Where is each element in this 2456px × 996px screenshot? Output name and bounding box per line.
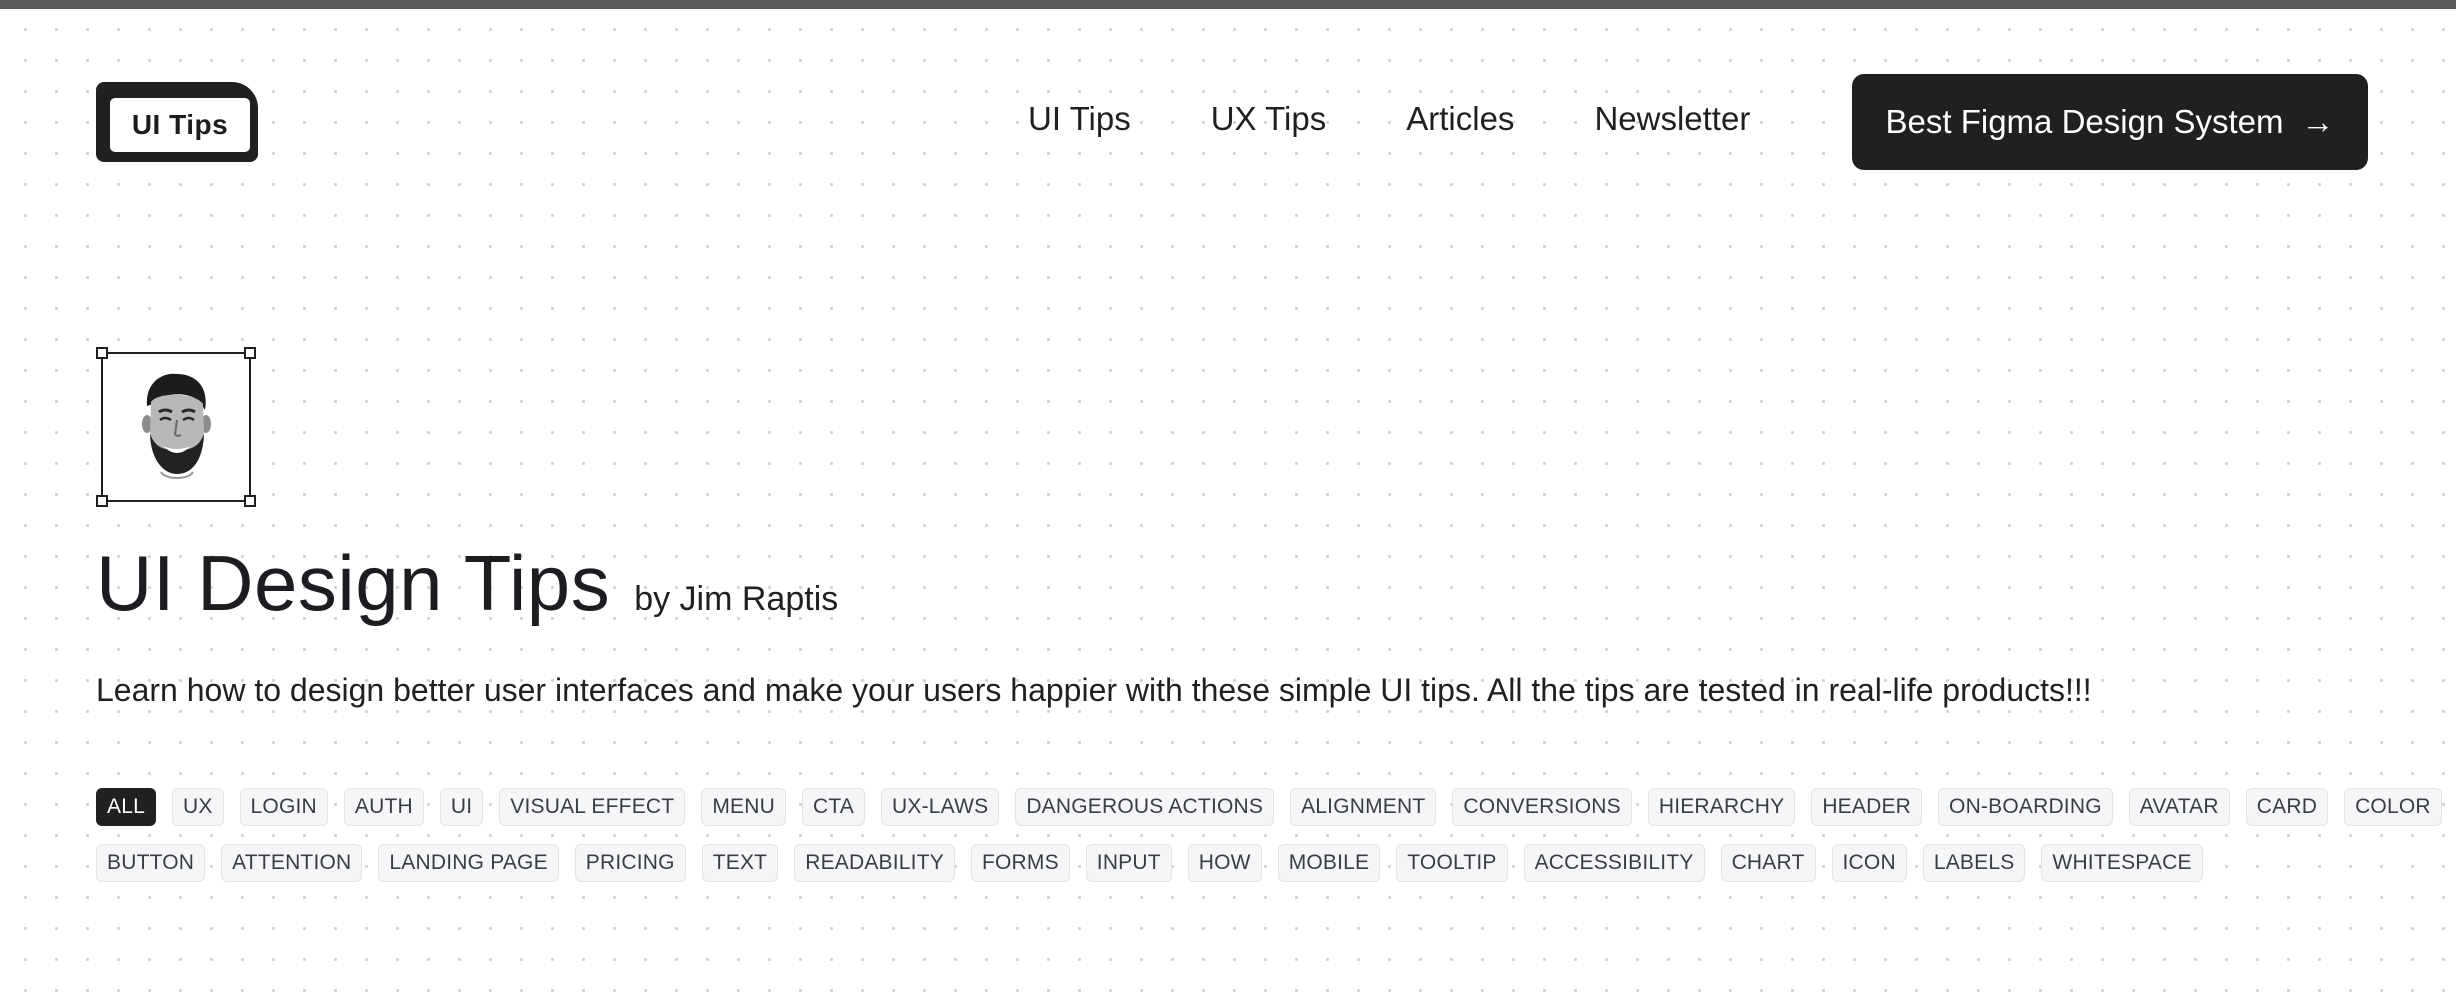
tag-accessibility[interactable]: ACCESSIBILITY	[1523, 844, 1705, 882]
tag-visual-effect[interactable]: VISUAL EFFECT	[499, 788, 686, 826]
best-figma-design-system-button[interactable]: Best Figma Design System →	[1852, 74, 2368, 170]
tag-color[interactable]: COLOR	[2344, 788, 2442, 826]
tag-text[interactable]: TEXT	[701, 844, 779, 882]
tag-button[interactable]: BUTTON	[96, 844, 206, 882]
nav-newsletter[interactable]: Newsletter	[1594, 100, 1750, 138]
tag-forms[interactable]: FORMS	[970, 844, 1070, 882]
tag-whitespace[interactable]: WHITESPACE	[2041, 844, 2203, 882]
tag-pricing[interactable]: PRICING	[574, 844, 686, 882]
byline: by Jim Raptis	[634, 580, 839, 618]
tag-alignment[interactable]: ALIGNMENT	[1290, 788, 1437, 826]
nav-ui-tips[interactable]: UI Tips	[1028, 100, 1131, 138]
tag-all[interactable]: ALL	[96, 788, 156, 826]
arrow-right-icon: →	[2301, 103, 2335, 140]
resize-handle-bottom-left	[96, 495, 108, 507]
resize-handle-top-right	[244, 347, 256, 359]
tag-login[interactable]: LOGIN	[239, 788, 328, 826]
avatar	[96, 347, 256, 507]
resize-handle-bottom-right	[244, 495, 256, 507]
tag-readability[interactable]: READABILITY	[794, 844, 955, 882]
title-row: UI Design Tips by Jim Raptis	[96, 538, 838, 629]
tag-list-row-2: BUTTON ATTENTION LANDING PAGE PRICING TEXT RE…	[96, 844, 2203, 882]
tag-auth[interactable]: AUTH	[343, 788, 424, 826]
tag-input[interactable]: INPUT	[1085, 844, 1172, 882]
tag-icon[interactable]: ICON	[1831, 844, 1907, 882]
logo[interactable]: UI Tips	[96, 82, 258, 162]
tag-cta[interactable]: CTA	[801, 788, 865, 826]
nav-articles[interactable]: Articles	[1406, 100, 1514, 138]
page-title: UI Design Tips	[96, 539, 611, 627]
avatar-photo-icon	[142, 373, 211, 479]
tag-labels[interactable]: LABELS	[1922, 844, 2026, 882]
cta-label: Best Figma Design System	[1885, 103, 2284, 140]
tag-hierarchy[interactable]: HIERARCHY	[1647, 788, 1796, 826]
nav-ux-tips[interactable]: UX Tips	[1211, 100, 1327, 138]
tag-attention[interactable]: ATTENTION	[221, 844, 363, 882]
tag-dangerous-actions[interactable]: DANGEROUS ACTIONS	[1015, 788, 1275, 826]
logo-text: UI Tips	[110, 98, 250, 152]
main-nav: UI Tips UX Tips Articles Newsletter	[1028, 100, 1750, 138]
tag-avatar[interactable]: AVATAR	[2128, 788, 2230, 826]
tag-on-boarding[interactable]: ON-BOARDING	[1938, 788, 2113, 826]
tag-ux-laws[interactable]: UX-LAWS	[881, 788, 1000, 826]
tag-chart[interactable]: CHART	[1720, 844, 1816, 882]
tag-how[interactable]: HOW	[1187, 844, 1262, 882]
tag-conversions[interactable]: CONVERSIONS	[1452, 788, 1632, 826]
tag-header[interactable]: HEADER	[1811, 788, 1923, 826]
page-description: Learn how to design better user interfac…	[96, 672, 2092, 708]
tag-ui[interactable]: UI	[439, 788, 484, 826]
top-strip	[0, 0, 2456, 9]
tag-list-row-1: ALL UX LOGIN AUTH UI VISUAL EFFECT MENU CTA UX-L…	[96, 788, 2442, 826]
tag-mobile[interactable]: MOBILE	[1277, 844, 1381, 882]
resize-handle-top-left	[96, 347, 108, 359]
tag-menu[interactable]: MENU	[701, 788, 786, 826]
tag-tooltip[interactable]: TOOLTIP	[1396, 844, 1508, 882]
tag-card[interactable]: CARD	[2245, 788, 2329, 826]
tag-ux[interactable]: UX	[171, 788, 224, 826]
tag-landing-page[interactable]: LANDING PAGE	[378, 844, 559, 882]
